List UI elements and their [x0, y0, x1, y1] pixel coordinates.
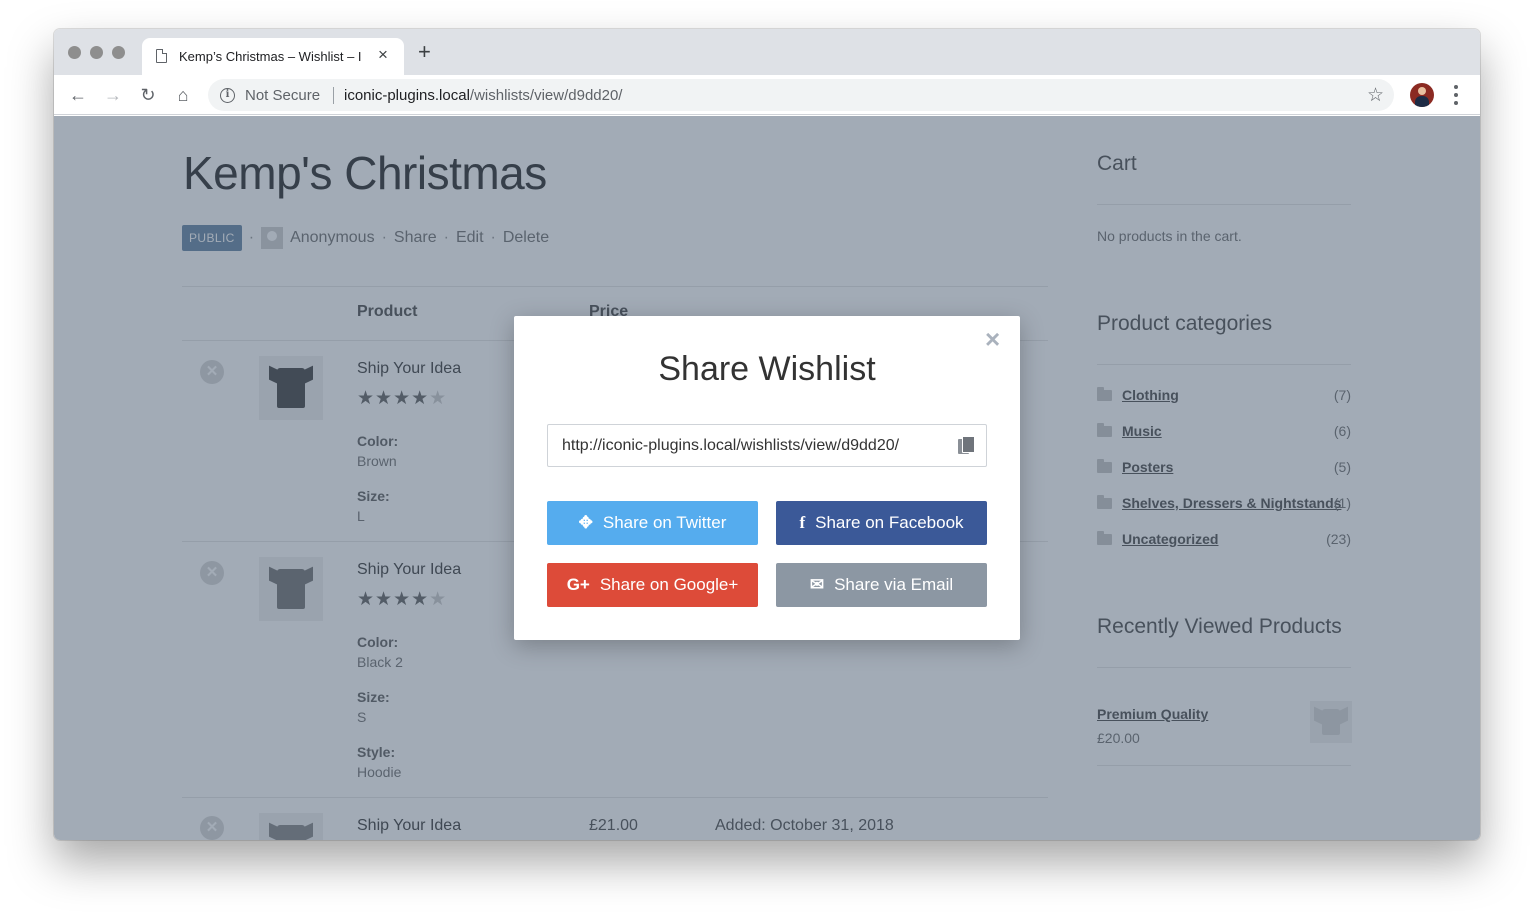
- share-twitter-label: Share on Twitter: [602, 513, 727, 532]
- browser-toolbar: ← → ↻ ⌂ i Not Secure iconic-plugins.loca…: [54, 75, 1480, 115]
- url-host: iconic-plugins.local: [344, 87, 470, 104]
- share-url-input[interactable]: [548, 425, 948, 466]
- menu-kebab-icon[interactable]: [1448, 83, 1464, 107]
- modal-title: Share Wishlist: [658, 350, 876, 388]
- url-path: /wishlists/view/d9dd20/: [469, 87, 623, 104]
- share-url-field[interactable]: [547, 424, 987, 467]
- divider: [333, 87, 334, 104]
- browser-window: Kemp’s Christmas – Wishlist – I × + ← → …: [54, 29, 1480, 840]
- minimize-window-button[interactable]: [90, 46, 103, 59]
- envelope-icon: ✉: [809, 575, 825, 594]
- tab-strip: Kemp’s Christmas – Wishlist – I × +: [54, 29, 1480, 75]
- share-wishlist-modal: × Share Wishlist ✥ Share on Twitter f Sh…: [514, 316, 1020, 640]
- twitter-icon: ✥: [578, 513, 593, 532]
- document-icon: [156, 49, 167, 63]
- copy-icon[interactable]: [958, 436, 975, 455]
- bookmark-star-icon[interactable]: ☆: [1367, 84, 1384, 107]
- profile-avatar[interactable]: [1410, 83, 1434, 107]
- share-twitter-button[interactable]: ✥ Share on Twitter: [547, 501, 758, 545]
- address-bar[interactable]: i Not Secure iconic-plugins.local/wishli…: [208, 79, 1394, 111]
- share-email-label: Share via Email: [834, 575, 954, 594]
- share-facebook-label: Share on Facebook: [815, 513, 964, 532]
- back-arrow-icon[interactable]: ←: [66, 83, 90, 107]
- close-window-button[interactable]: [68, 46, 81, 59]
- url-text[interactable]: iconic-plugins.local/wishlists/view/d9dd…: [344, 87, 622, 104]
- tab-title: Kemp’s Christmas – Wishlist – I: [179, 49, 362, 64]
- facebook-icon: f: [799, 513, 806, 532]
- new-tab-button[interactable]: +: [418, 41, 431, 63]
- security-label: Not Secure: [245, 87, 321, 104]
- info-icon[interactable]: i: [220, 88, 235, 103]
- page-content: Kemp's Christmas PUBLIC · Anonymous · Sh…: [54, 116, 1480, 840]
- home-icon[interactable]: ⌂: [171, 83, 195, 107]
- share-google-label: Share on Google+: [599, 575, 739, 594]
- close-icon[interactable]: ×: [985, 326, 1000, 352]
- google-plus-icon: G+: [566, 575, 590, 594]
- reload-icon[interactable]: ↻: [136, 83, 160, 107]
- share-google-button[interactable]: G+ Share on Google+: [547, 563, 758, 607]
- browser-tab[interactable]: Kemp’s Christmas – Wishlist – I ×: [142, 38, 404, 75]
- tab-close-icon[interactable]: ×: [378, 45, 388, 65]
- share-email-button[interactable]: ✉ Share via Email: [776, 563, 987, 607]
- forward-arrow-icon[interactable]: →: [101, 83, 125, 107]
- zoom-window-button[interactable]: [112, 46, 125, 59]
- share-facebook-button[interactable]: f Share on Facebook: [776, 501, 987, 545]
